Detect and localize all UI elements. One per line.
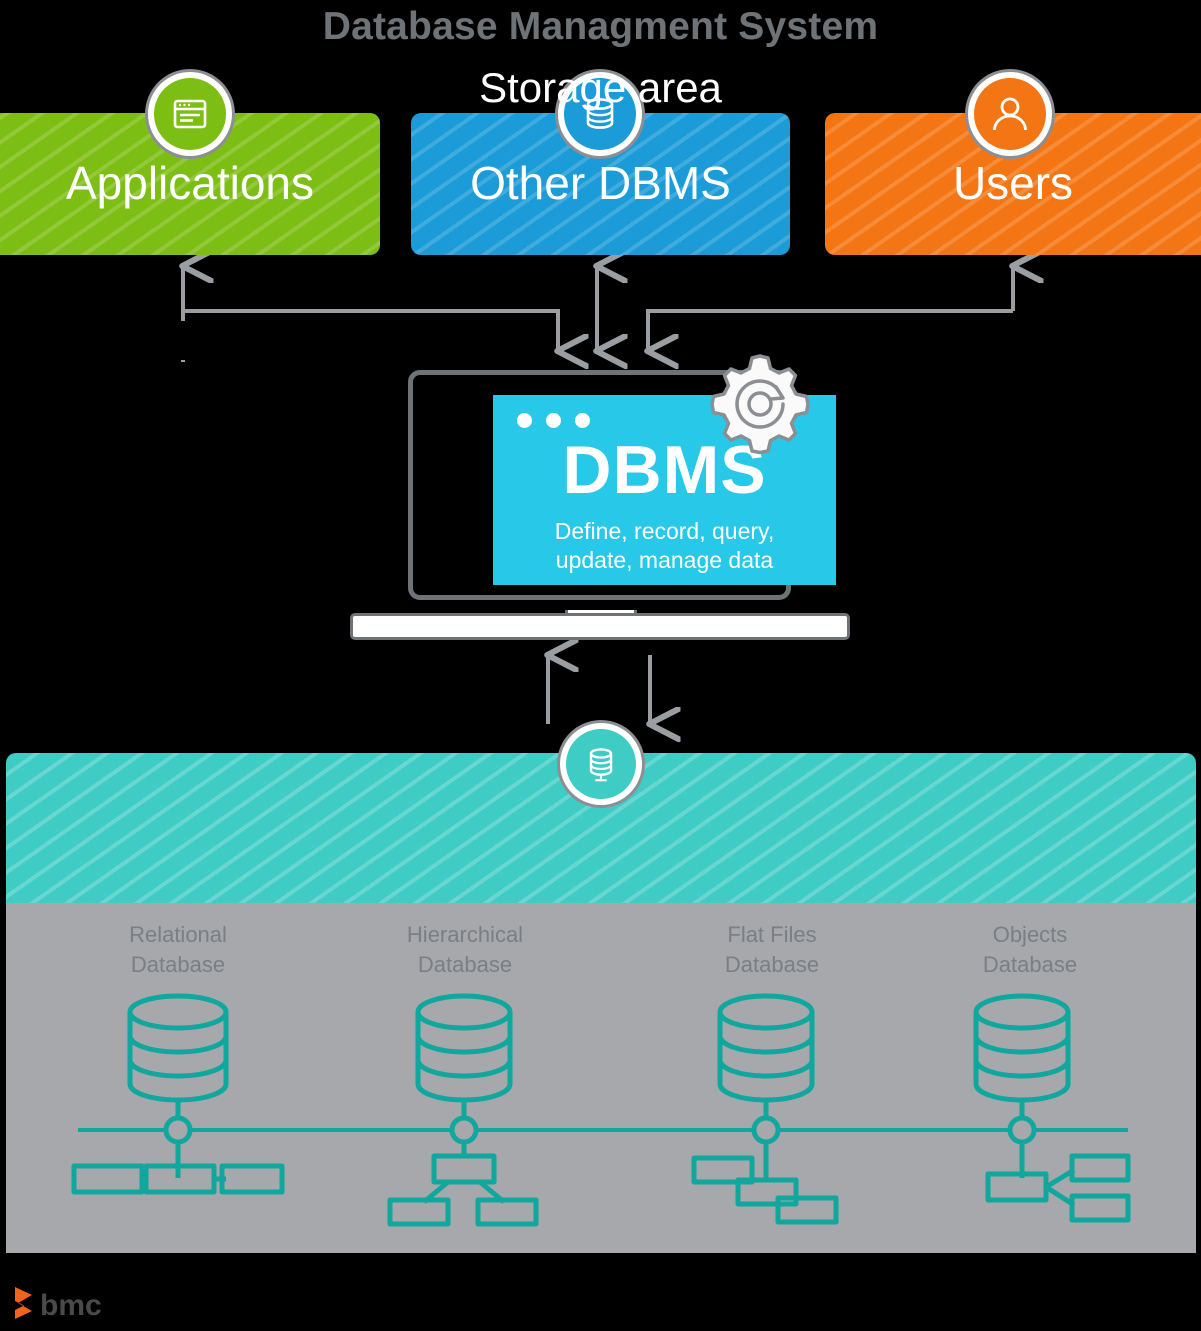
schematic-flat-files xyxy=(691,993,839,1225)
schematic-hierarchical xyxy=(387,993,539,1227)
bmc-mark-icon xyxy=(15,1287,32,1319)
database-schematics xyxy=(71,993,1131,1227)
bmc-wordmark: bmc xyxy=(40,1289,102,1322)
schematic-relational xyxy=(71,993,285,1195)
schematic-objects xyxy=(973,993,1131,1223)
bmc-logo: bmc xyxy=(15,1287,102,1322)
dbms-diagram: Database Managment System Applications O… xyxy=(0,0,1201,1331)
